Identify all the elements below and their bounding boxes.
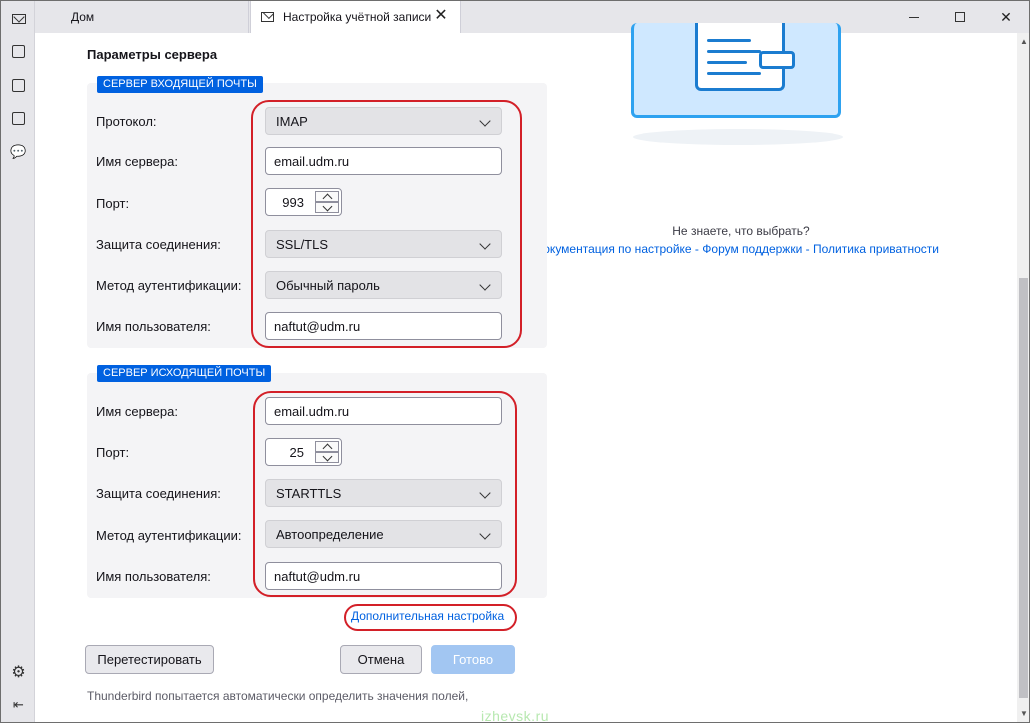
mail-icon [261,12,274,22]
maximize-button[interactable] [937,1,983,33]
chat-icon[interactable]: 💬 [10,144,26,159]
settings-gear-icon[interactable]: ⚙ [11,664,26,681]
account-setup-content: Не знаете, что выбрать? Документация по … [35,23,1015,722]
incoming-security-label: Защита соединения: [96,237,221,252]
retest-button[interactable]: Перетестировать [85,645,214,674]
tab-bar: Дом Настройка учётной записи ✕ ✕ [1,1,1029,33]
tasks-icon[interactable] [11,111,26,126]
incoming-highlight-outline [251,100,522,348]
incoming-server-label: Имя сервера: [96,154,178,169]
footnote-text: Thunderbird попытается автоматически опр… [87,689,469,703]
outgoing-highlight-outline [253,391,517,597]
outgoing-port-label: Порт: [96,445,130,460]
maximize-icon [955,12,965,22]
incoming-port-label: Порт: [96,196,130,211]
watermark: izhevsk.ru [481,708,550,723]
mail-space-icon[interactable] [11,11,26,26]
illustration-clip [759,51,795,69]
link-separator: - [691,242,703,256]
link-separator: - [802,242,813,256]
app-window: Дом Настройка учётной записи ✕ ✕ 💬 ⚙ ⇤ (… [0,0,1030,723]
minimize-button[interactable] [891,1,937,33]
outgoing-user-label: Имя пользователя: [96,569,211,584]
outgoing-auth-label: Метод аутентификации: [96,528,242,543]
forum-link[interactable]: Форум поддержки [702,242,802,256]
illustration-shadow [633,129,843,145]
cancel-button[interactable]: Отмена [340,645,422,674]
incoming-server-badge: СЕРВЕР ВХОДЯЩЕЙ ПОЧТЫ [97,76,263,93]
illustration-line [707,39,751,42]
vertical-scrollbar[interactable]: ▲ ▼ [1017,33,1029,722]
tab-account-setup[interactable]: Настройка учётной записи ✕ [250,1,461,33]
illustration-line [707,50,761,53]
outgoing-server-label: Имя сервера: [96,404,178,419]
help-links: Документация по настройке - Форум поддер… [535,242,939,256]
outgoing-server-badge: СЕРВЕР ИСХОДЯЩЕЙ ПОЧТЫ [97,365,272,382]
privacy-link[interactable]: Политика приватности [813,242,939,256]
scroll-down-icon[interactable]: ▼ [1020,709,1028,718]
outgoing-security-label: Защита соединения: [96,486,221,501]
incoming-auth-label: Метод аутентификации: [96,278,242,293]
collapse-toolbar-icon[interactable]: ⇤ [11,697,26,712]
close-window-button[interactable]: ✕ [983,1,1029,33]
help-question: Не знаете, что выбрать? [672,224,810,238]
incoming-protocol-label: Протокол: [96,114,157,129]
calendar-icon[interactable] [11,78,26,93]
tab-home[interactable]: Дом [35,1,249,33]
tab-home-label: Дом [71,10,95,24]
illustration-line [707,72,761,75]
done-button[interactable]: Готово [431,645,515,674]
spaces-toolbar: 💬 ⚙ ⇤ [1,1,35,722]
incoming-user-label: Имя пользователя: [96,319,211,334]
scroll-up-icon[interactable]: ▲ [1020,37,1028,46]
address-book-icon[interactable] [11,44,26,59]
docs-link[interactable]: Документация по настройке [535,242,692,256]
scrollbar-thumb[interactable] [1019,278,1028,698]
advanced-highlight-outline [344,604,517,631]
tab-account-setup-label: Настройка учётной записи [283,10,432,24]
minimize-icon [909,16,919,18]
close-tab-icon[interactable]: ✕ [434,8,448,24]
illustration-line [707,61,747,64]
page-title: Параметры сервера [87,47,218,62]
